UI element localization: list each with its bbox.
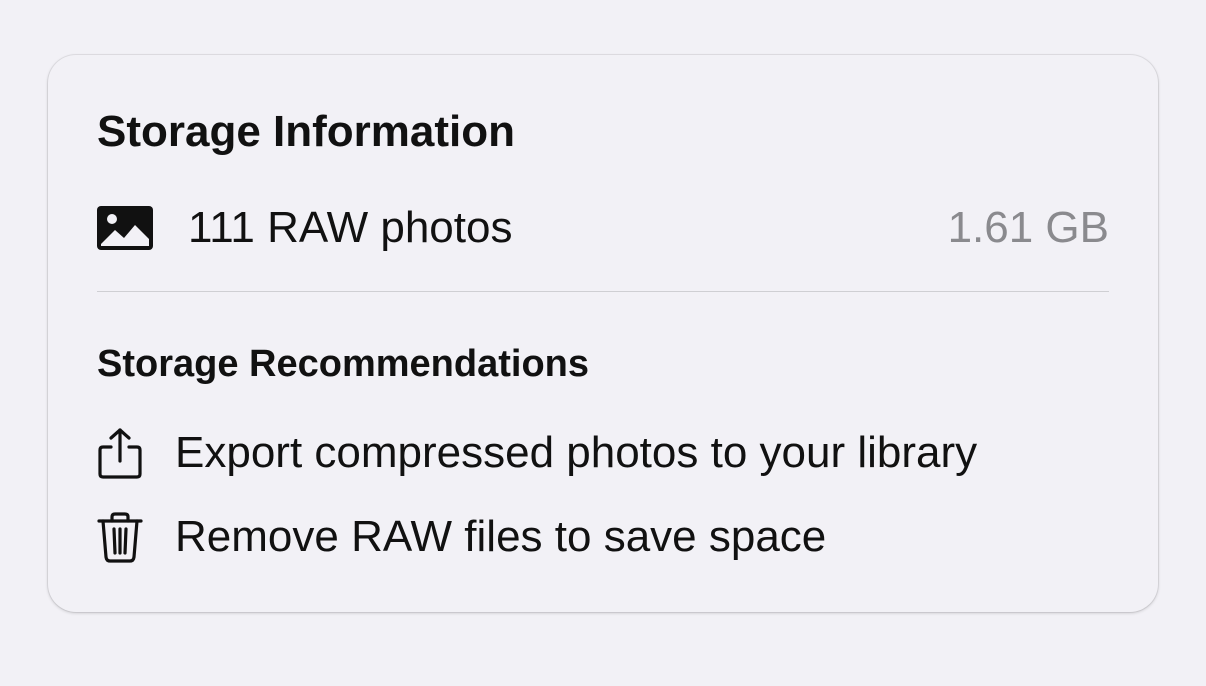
storage-recommendations-title: Storage Recommendations <box>97 343 589 385</box>
raw-photos-label: 111 RAW photos <box>188 203 513 252</box>
export-compressed-recommendation[interactable]: Export compressed photos to your library <box>97 423 1109 483</box>
section-divider <box>97 291 1109 292</box>
photo-icon <box>97 206 188 250</box>
export-compressed-label: Export compressed photos to your library <box>175 428 978 477</box>
remove-raw-label: Remove RAW files to save space <box>175 512 827 561</box>
remove-raw-recommendation[interactable]: Remove RAW files to save space <box>97 507 1109 567</box>
trash-icon <box>97 511 175 563</box>
raw-photos-size: 1.61 GB <box>947 203 1109 252</box>
storage-information-title: Storage Information <box>97 107 516 156</box>
raw-photos-row: 111 RAW photos 1.61 GB <box>97 198 1109 258</box>
share-export-icon <box>97 427 175 479</box>
storage-card: Storage Information 111 RAW photos 1.61 … <box>48 55 1158 612</box>
